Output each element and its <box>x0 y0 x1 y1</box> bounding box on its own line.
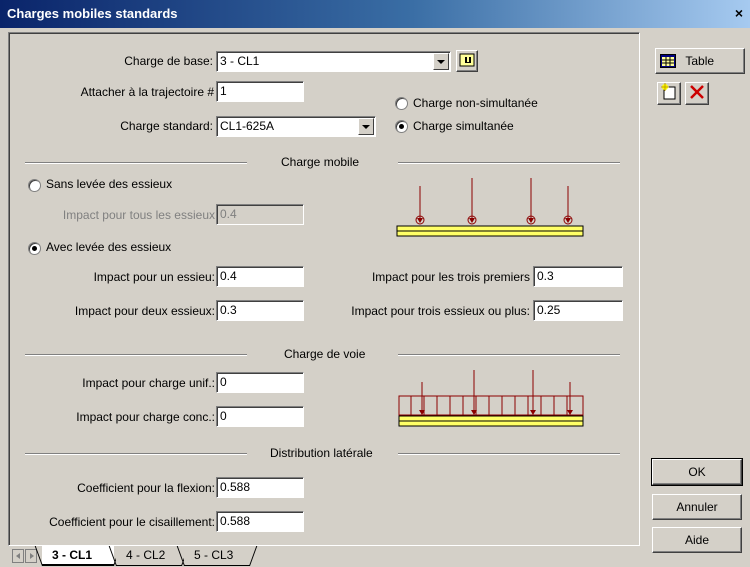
separator-right <box>398 354 620 356</box>
new-document-icon <box>661 83 676 100</box>
chevron-down-icon[interactable] <box>433 53 449 70</box>
charge-standard-value: CL1-625A <box>220 119 275 133</box>
charge-standard-combo[interactable]: CL1-625A <box>216 116 376 137</box>
annuler-button[interactable]: Annuler <box>652 494 742 520</box>
chevron-down-icon[interactable] <box>358 118 374 135</box>
charge-de-base-combo[interactable]: 3 - CL1 <box>216 51 451 72</box>
impact-tous-label: Impact pour tous les essieux <box>62 208 215 222</box>
cisaillement-input[interactable]: 0.588 <box>216 511 304 532</box>
axle-arrows <box>415 178 573 225</box>
tab-scroll-right-icon[interactable] <box>25 549 37 563</box>
impact-trois-premiers-label: Impact pour les trois premiers <box>371 270 530 284</box>
tab-scroll-left-icon[interactable] <box>12 549 24 563</box>
new-button[interactable] <box>657 82 681 105</box>
impact-trois-plus-input[interactable]: 0.25 <box>533 300 623 321</box>
radio-sans-levee[interactable] <box>28 179 41 192</box>
radio-label-sans-levee: Sans levée des essieux <box>46 177 173 191</box>
title-bar: Charges mobiles standards × <box>0 0 750 28</box>
impact-un-input[interactable]: 0.4 <box>216 266 304 287</box>
radio-label-simultanee: Charge simultanée <box>413 119 514 133</box>
impact-tous-input: 0.4 <box>216 204 304 225</box>
radio-charge-simultanee[interactable] <box>395 120 408 133</box>
impact-un-label: Impact pour un essieu: <box>93 270 215 284</box>
impact-conc-input[interactable]: 0 <box>216 406 304 427</box>
load-library-icon <box>459 53 475 67</box>
aide-button[interactable]: Aide <box>652 527 742 553</box>
ok-button[interactable]: OK <box>651 458 743 486</box>
charge-de-base-label: Charge de base: <box>124 54 213 68</box>
delete-button[interactable] <box>685 82 709 105</box>
separator-left <box>25 162 247 164</box>
section-title-charge-mobile: Charge mobile <box>281 155 360 169</box>
separator-left <box>25 453 247 455</box>
flexion-input[interactable]: 0.588 <box>216 477 304 498</box>
axle-load-diagram <box>396 178 584 237</box>
impact-conc-label: Impact pour charge conc.: <box>76 410 215 424</box>
separator-right <box>398 453 620 455</box>
radio-avec-levee[interactable] <box>28 242 41 255</box>
impact-trois-premiers-input[interactable]: 0.3 <box>533 266 623 287</box>
tab-3-cl1[interactable]: 3 - CL1 <box>42 546 114 566</box>
charge-de-base-value: 3 - CL1 <box>220 54 260 68</box>
close-icon[interactable]: × <box>730 1 748 25</box>
impact-trois-plus-label: Impact pour trois essieux ou plus: <box>351 304 530 318</box>
browse-load-button[interactable] <box>456 50 478 72</box>
uniform-load-box <box>398 395 584 416</box>
radio-label-non-simultanee: Charge non-simultanée <box>413 96 538 110</box>
impact-unif-label: Impact pour charge unif.: <box>82 376 215 390</box>
section-title-distribution: Distribution latérale <box>270 446 373 460</box>
attacher-input[interactable]: 1 <box>216 81 304 102</box>
section-title-charge-de-voie: Charge de voie <box>284 347 366 361</box>
attacher-label: Attacher à la trajectoire # <box>80 85 214 99</box>
flexion-label: Coefficient pour la flexion: <box>77 481 215 495</box>
lane-load-diagram <box>398 370 584 427</box>
radio-charge-non-simultanee[interactable] <box>395 97 408 110</box>
tab-4-cl2[interactable]: 4 - CL2 <box>116 546 182 566</box>
cisaillement-label: Coefficient pour le cisaillement: <box>49 515 215 529</box>
impact-unif-input[interactable]: 0 <box>216 372 304 393</box>
charge-standard-label: Charge standard: <box>120 119 213 133</box>
delete-x-icon <box>690 85 704 99</box>
table-button[interactable]: Table <box>655 48 745 74</box>
window-title: Charges mobiles standards <box>7 6 178 21</box>
separator-left <box>25 354 247 356</box>
main-panel: Charge de base: 3 - CL1 Attacher à la tr… <box>8 32 640 546</box>
impact-deux-input[interactable]: 0.3 <box>216 300 304 321</box>
impact-deux-label: Impact pour deux essieux: <box>74 304 215 318</box>
table-button-label: Table <box>685 54 715 68</box>
separator-right <box>398 162 620 164</box>
tab-5-cl3[interactable]: 5 - CL3 <box>184 546 250 566</box>
radio-label-avec-levee: Avec levée des essieux <box>46 240 172 254</box>
concentrated-load-arrows <box>421 370 571 414</box>
sheet-tabs: 3 - CL1 4 - CL2 5 - CL3 <box>8 546 640 567</box>
table-icon <box>660 54 676 68</box>
